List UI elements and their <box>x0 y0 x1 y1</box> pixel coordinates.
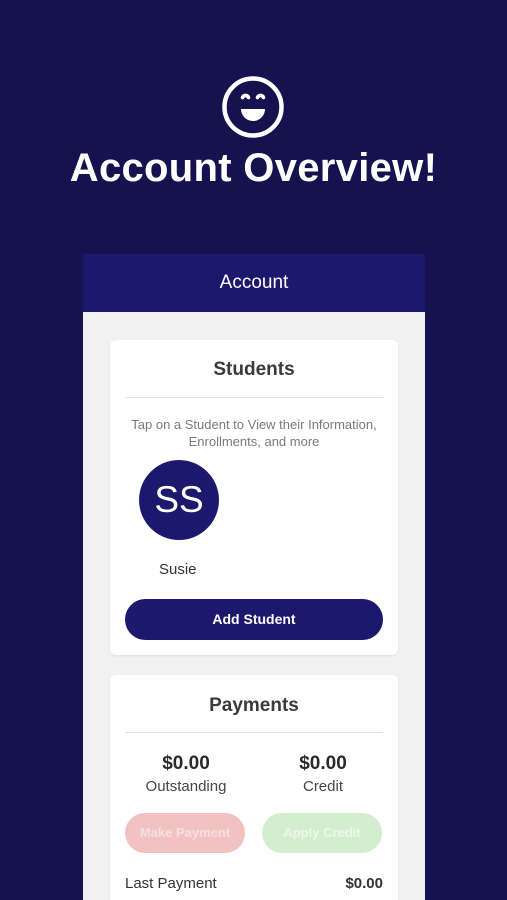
credit-label: Credit <box>302 778 343 795</box>
hero-banner: Account Overview! <box>0 0 507 254</box>
outstanding-value: $0.00 <box>162 753 210 774</box>
students-card: Students Tap on a Student to View their … <box>110 340 398 655</box>
apply-credit-button[interactable]: Apply Credit <box>262 813 382 853</box>
student-name[interactable]: Susie <box>159 561 197 578</box>
app-bar-title: Account <box>83 254 425 312</box>
credit-summary: $0.00 Credit <box>258 753 388 795</box>
app-screen: Account Students Tap on a Student to Vie… <box>83 254 425 900</box>
smiley-face-icon <box>222 76 284 138</box>
payments-card: Payments $0.00 Outstanding $0.00 Credit … <box>110 675 398 900</box>
last-payment-row: Last Payment $0.00 <box>125 875 383 895</box>
students-title: Students <box>213 359 295 380</box>
add-student-button[interactable]: Add Student <box>125 599 383 640</box>
payment-amounts: $0.00 Outstanding $0.00 Credit <box>110 753 398 803</box>
make-payment-button[interactable]: Make Payment <box>125 813 245 853</box>
page-title: Account Overview! <box>69 146 438 190</box>
avatar[interactable]: SS <box>139 460 219 540</box>
last-payment-label: Last Payment <box>125 875 217 892</box>
payments-divider <box>125 732 383 733</box>
credit-value: $0.00 <box>299 753 347 774</box>
students-divider <box>125 397 383 398</box>
outstanding-label: Outstanding <box>145 778 227 795</box>
students-hint: Tap on a Student to View their Informati… <box>131 417 377 449</box>
student-item[interactable]: SS Susie <box>139 460 219 578</box>
payments-title: Payments <box>209 695 299 716</box>
outstanding-summary: $0.00 Outstanding <box>121 753 251 795</box>
last-payment-value: $0.00 <box>345 875 383 892</box>
